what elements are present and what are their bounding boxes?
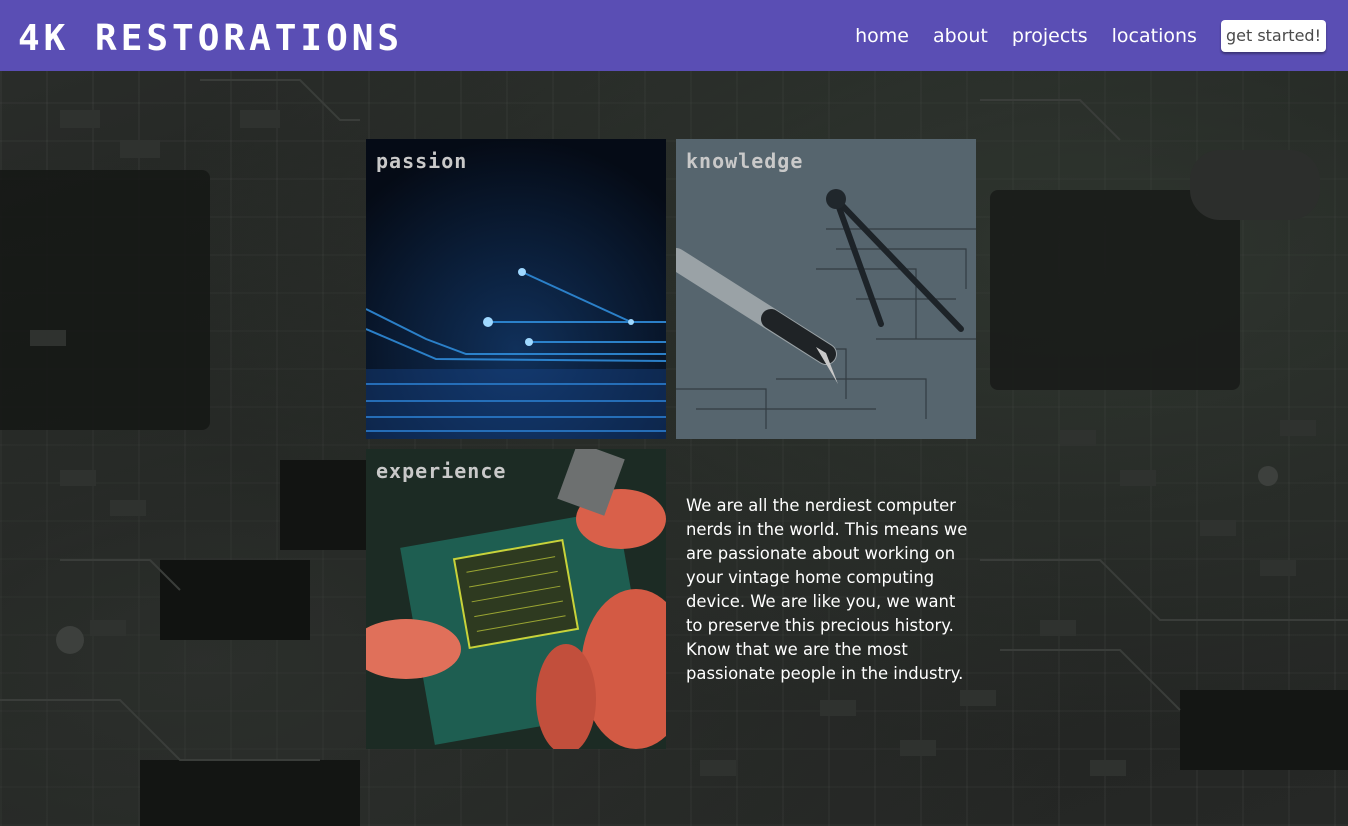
nav-link-about[interactable]: about: [933, 20, 988, 52]
experience-tile: experience: [366, 449, 666, 749]
tile-label-passion: passion: [376, 149, 468, 173]
nav-link-projects[interactable]: projects: [1012, 20, 1088, 52]
main-nav: home about projects locations get starte…: [855, 20, 1326, 52]
circuit-board-background: [0, 0, 1348, 826]
tile-label-knowledge: knowledge: [686, 149, 804, 173]
about-paragraph: We are all the nerdiest computer nerds i…: [686, 496, 968, 684]
hands-with-chip-image: [366, 449, 666, 749]
nav-link-home[interactable]: home: [855, 20, 909, 52]
tile-label-experience: experience: [376, 459, 507, 483]
get-started-button[interactable]: get started!: [1220, 20, 1326, 52]
knowledge-tile: knowledge: [676, 139, 976, 439]
circuit-lines-image: [366, 139, 666, 439]
passion-tile: passion: [366, 139, 666, 439]
site-logo[interactable]: 4K RESTORATIONS: [18, 17, 403, 61]
pen-and-compass-image: [676, 139, 976, 439]
top-nav-bar: 4K RESTORATIONS home about projects loca…: [0, 0, 1348, 71]
nav-link-locations[interactable]: locations: [1112, 20, 1197, 52]
